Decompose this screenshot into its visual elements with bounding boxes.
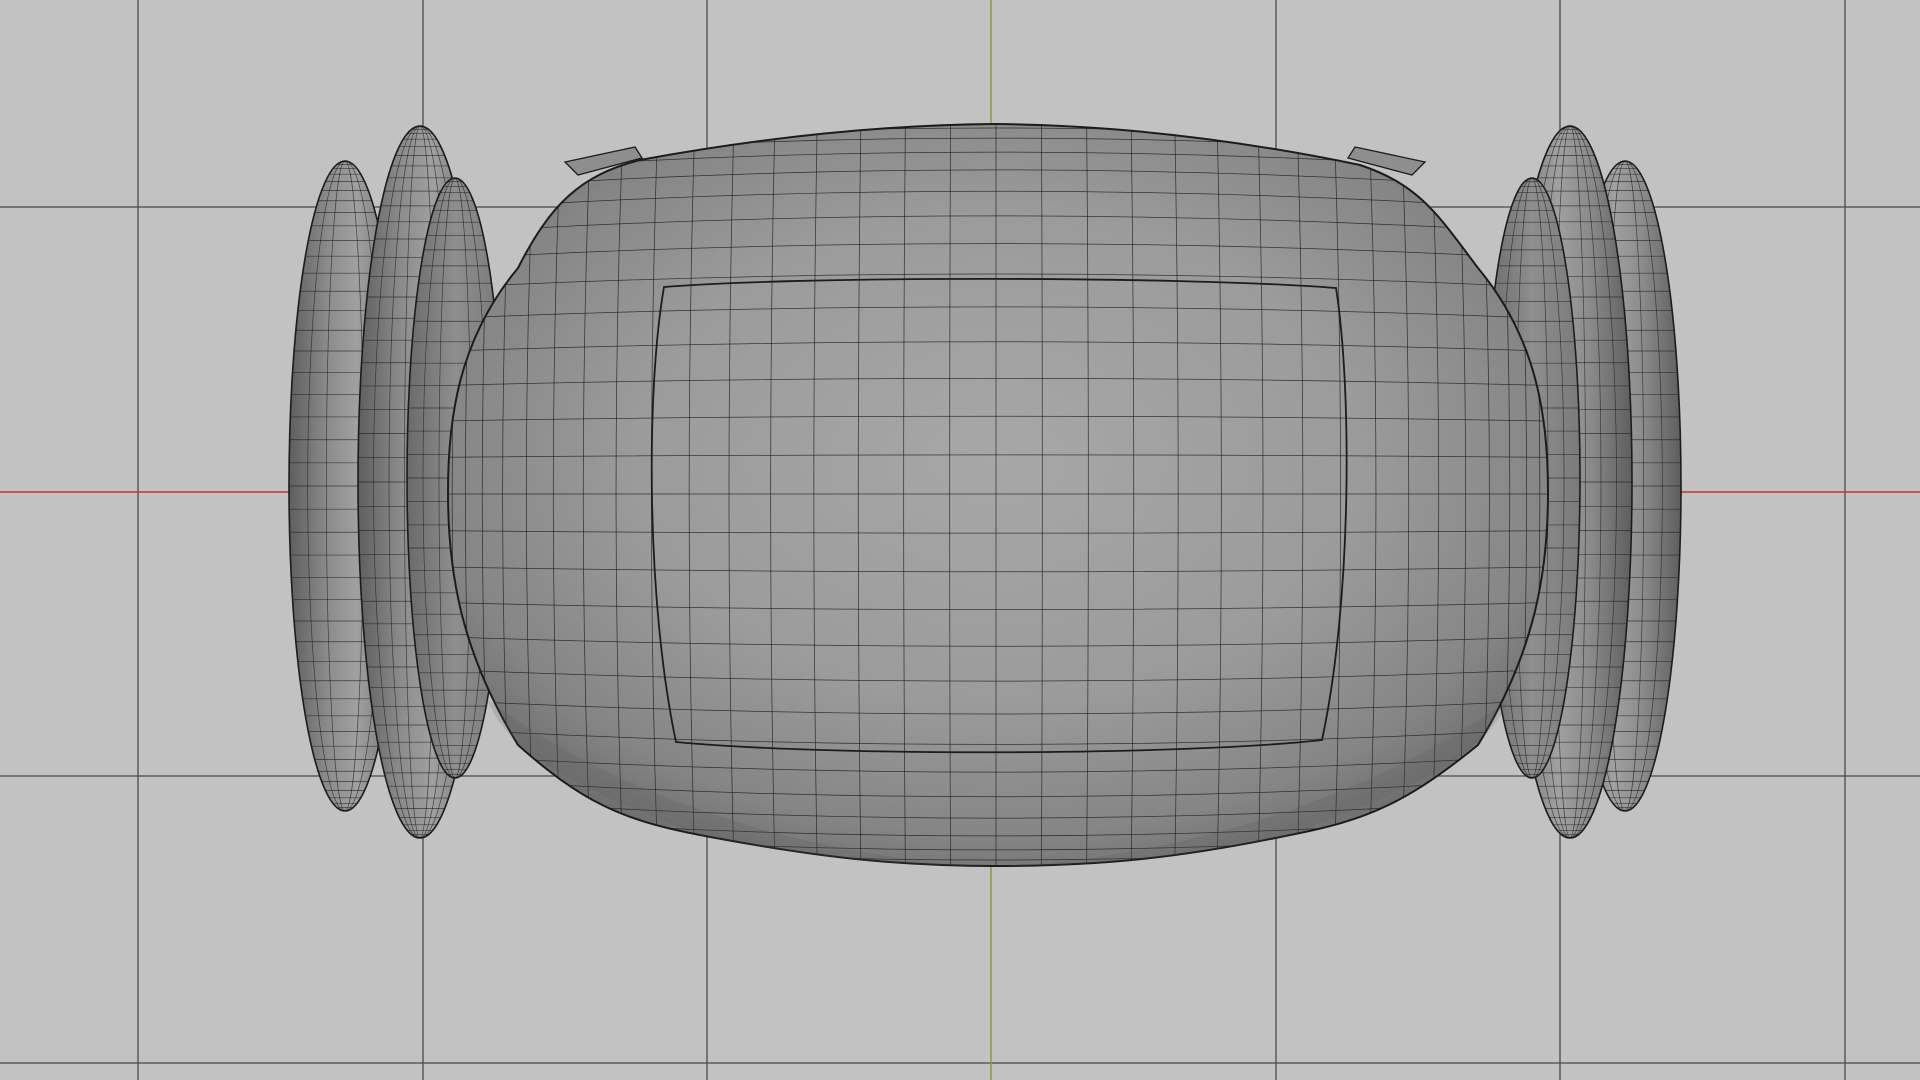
barrel-body [446, 122, 1550, 868]
viewport-canvas[interactable] [0, 0, 1920, 1080]
3d-viewport[interactable] [0, 0, 1920, 1080]
barrel-with-rings-mesh[interactable] [288, 112, 1682, 876]
